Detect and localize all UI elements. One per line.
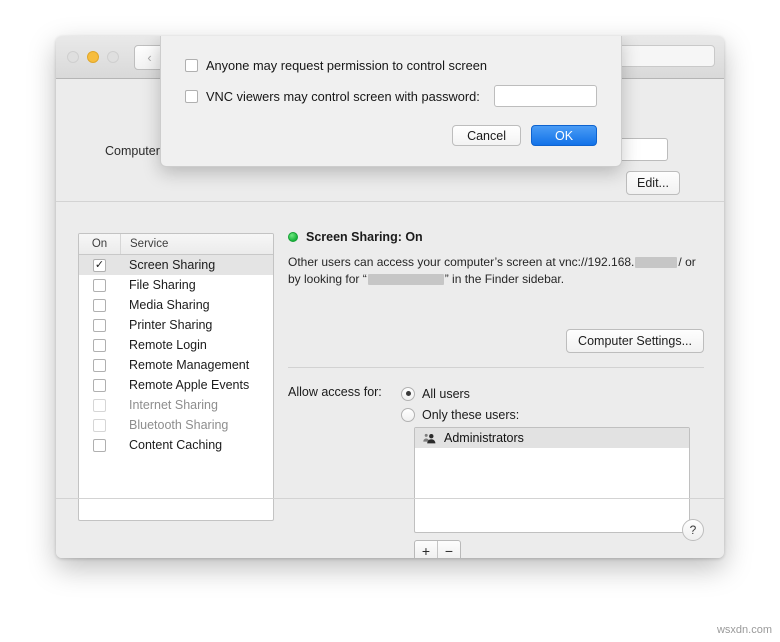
redacted-ip-block [635, 257, 678, 269]
service-name: Bluetooth Sharing [129, 418, 229, 432]
radio-all-users-button[interactable] [401, 386, 415, 401]
service-name: File Sharing [129, 278, 196, 292]
edit-button[interactable]: Edit... [626, 171, 680, 195]
detail-divider [288, 367, 704, 368]
remove-user-button[interactable]: − [437, 541, 460, 558]
service-checkbox[interactable] [93, 338, 106, 352]
service-enabled-cell [79, 418, 120, 432]
user-name: Administrators [444, 431, 524, 445]
service-checkbox[interactable] [93, 378, 106, 392]
service-row-bluetooth-sharing[interactable]: Bluetooth Sharing [79, 415, 273, 435]
list-item[interactable]: Administrators [415, 428, 689, 448]
redacted-name-block [367, 274, 444, 286]
computer-name-label: Computer [105, 144, 160, 158]
service-name: Printer Sharing [129, 318, 213, 332]
help-button[interactable]: ? [682, 519, 704, 541]
service-row-printer-sharing[interactable]: Printer Sharing [79, 315, 273, 335]
column-header-service: Service [130, 238, 169, 250]
allow-access-label: Allow access for: [288, 385, 382, 399]
watermark: wsxdn.com [716, 624, 772, 636]
service-checkbox[interactable] [93, 278, 106, 292]
service-row-file-sharing[interactable]: File Sharing [79, 275, 273, 295]
service-name: Screen Sharing [129, 258, 216, 272]
service-checkbox[interactable] [93, 298, 106, 312]
service-name: Internet Sharing [129, 398, 218, 412]
checkmark-icon: ✓ [94, 258, 105, 271]
service-checkbox[interactable] [93, 418, 106, 432]
description-part-3: ” in the Finder sidebar. [444, 272, 565, 286]
service-name: Remote Apple Events [129, 378, 250, 392]
service-name: Media Sharing [129, 298, 210, 312]
radio-only-these-users[interactable]: Only these users: [401, 404, 519, 425]
services-list: ✓ Screen Sharing File Sharing Media Sharing… [79, 255, 273, 455]
service-enabled-cell [79, 338, 120, 352]
column-header-on: On [79, 234, 121, 254]
service-enabled-cell [79, 358, 120, 372]
service-description: Other users can access your computer’s s… [288, 254, 708, 288]
footer-divider [56, 498, 724, 499]
service-row-screen-sharing[interactable]: ✓ Screen Sharing [79, 255, 273, 275]
sheet-button-row: Cancel OK [185, 125, 597, 146]
option-row-vnc-password[interactable]: VNC viewers may control screen with pass… [185, 85, 597, 107]
anyone-request-label: Anyone may request permission to control… [206, 58, 487, 73]
radio-all-users[interactable]: All users [401, 383, 519, 404]
service-detail-pane: Screen Sharing: On Other users can acces… [288, 229, 704, 558]
service-row-remote-apple-events[interactable]: Remote Apple Events [79, 375, 273, 395]
group-users-icon [423, 433, 436, 444]
cancel-button[interactable]: Cancel [452, 125, 521, 146]
service-checkbox[interactable] [93, 358, 106, 372]
service-enabled-cell [79, 398, 120, 412]
description-part-1: Other users can access your computer’s s… [288, 255, 635, 269]
service-enabled-cell [79, 298, 120, 312]
vnc-password-input[interactable] [493, 85, 597, 107]
services-table: On Service ✓ Screen Sharing File Sharing Me… [78, 233, 274, 521]
ok-button[interactable]: OK [531, 125, 597, 146]
service-name: Content Caching [129, 438, 223, 452]
service-row-remote-login[interactable]: Remote Login [79, 335, 273, 355]
service-checkbox[interactable]: ✓ [93, 258, 106, 272]
screen-sharing-options-sheet: Anyone may request permission to control… [160, 36, 622, 167]
vnc-password-checkbox[interactable] [185, 89, 198, 103]
radio-all-users-label: All users [422, 386, 470, 401]
computer-settings-button[interactable]: Computer Settings... [566, 329, 704, 353]
service-row-internet-sharing[interactable]: Internet Sharing [79, 395, 273, 415]
service-enabled-cell [79, 318, 120, 332]
add-remove-user-controls: + − [414, 540, 461, 558]
sharing-preferences-window: ‹ › Sharing Computer Edit... [56, 36, 724, 558]
status-label: Screen Sharing: On [306, 230, 423, 244]
service-name: Remote Login [129, 338, 207, 352]
service-enabled-cell [79, 278, 120, 292]
service-checkbox[interactable] [93, 398, 106, 412]
add-user-button[interactable]: + [415, 541, 437, 559]
radio-only-these-users-button[interactable] [401, 407, 415, 422]
service-checkbox[interactable] [93, 318, 106, 332]
service-enabled-cell: ✓ [79, 258, 120, 272]
anyone-request-checkbox[interactable] [185, 59, 198, 72]
services-table-header: On Service [79, 234, 273, 255]
service-enabled-cell [79, 378, 120, 392]
header-divider [56, 201, 724, 202]
radio-only-these-users-label: Only these users: [422, 407, 520, 422]
service-row-content-caching[interactable]: Content Caching [79, 435, 273, 455]
service-row-media-sharing[interactable]: Media Sharing [79, 295, 273, 315]
access-radio-group: All users Only these users: [401, 383, 519, 425]
vnc-password-label: VNC viewers may control screen with pass… [206, 88, 480, 104]
service-enabled-cell [79, 438, 120, 452]
users-list[interactable]: Administrators [414, 427, 690, 533]
service-row-remote-management[interactable]: Remote Management [79, 355, 273, 375]
option-row-anyone-request[interactable]: Anyone may request permission to control… [185, 58, 597, 73]
service-name: Remote Management [129, 358, 250, 372]
service-checkbox[interactable] [93, 438, 106, 452]
service-status: Screen Sharing: On [288, 229, 704, 245]
status-indicator-icon [288, 232, 298, 242]
